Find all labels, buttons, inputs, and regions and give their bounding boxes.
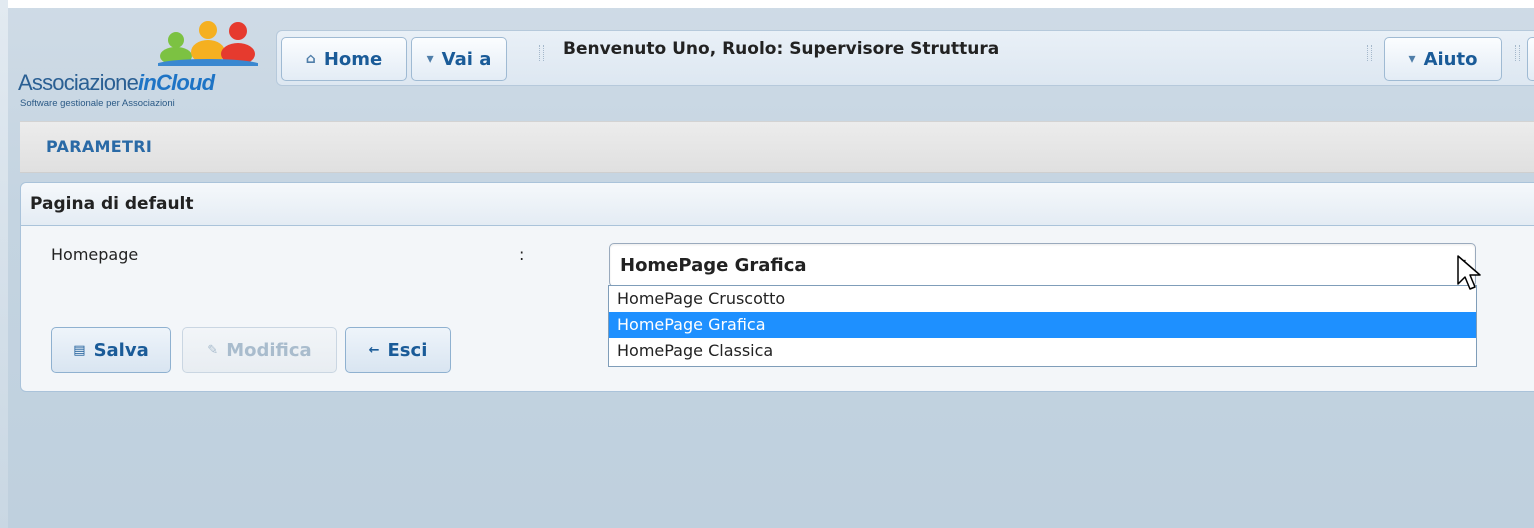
welcome-text: Benvenuto Uno, Ruolo: Supervisore Strutt… <box>563 39 1000 59</box>
home-icon: ⌂ <box>305 51 316 67</box>
section-header: PARAMETRI <box>20 121 1534 173</box>
homepage-select[interactable]: HomePage Grafica ▼ <box>609 243 1476 287</box>
app-logo[interactable]: AssociazioneinCloud Software gestionale … <box>18 18 273 118</box>
toolbar-extra-button[interactable] <box>1527 37 1534 81</box>
logo-name: AssociazioneinCloud <box>18 70 215 95</box>
top-strip <box>0 0 1534 8</box>
home-button[interactable]: ⌂ Home <box>281 37 407 81</box>
exit-button[interactable]: ← Esci <box>345 327 451 373</box>
dropdown-option-cruscotto[interactable]: HomePage Cruscotto <box>609 286 1476 312</box>
label-colon: : <box>519 245 525 264</box>
panel-header: Pagina di default <box>21 183 1534 226</box>
toolbar-separator <box>1367 45 1372 61</box>
logo-tagline: Software gestionale per Associazioni <box>20 98 175 109</box>
select-value: HomePage Grafica <box>620 255 807 276</box>
dropdown-option-grafica[interactable]: HomePage Grafica <box>609 312 1476 338</box>
mouse-cursor-icon <box>1457 255 1481 290</box>
left-strip <box>0 0 8 528</box>
homepage-label: Homepage <box>51 245 139 264</box>
toolbar-separator <box>1515 45 1520 61</box>
dropdown-option-classica[interactable]: HomePage Classica <box>609 338 1476 364</box>
help-menu-button[interactable]: ▾ Aiuto <box>1384 37 1502 81</box>
floppy-icon: ▤ <box>73 342 86 358</box>
people-logo-icon <box>158 21 258 66</box>
default-page-panel: Pagina di default Homepage : HomePage Gr… <box>20 182 1534 392</box>
goto-menu-button[interactable]: ▾ Vai a <box>411 37 507 81</box>
pencil-icon: ✎ <box>207 342 219 358</box>
edit-button[interactable]: ✎ Modifica <box>182 327 337 373</box>
homepage-dropdown-list: HomePage Cruscotto HomePage Grafica Home… <box>608 285 1477 367</box>
panel-title: Pagina di default <box>30 194 194 214</box>
chevron-down-icon: ▾ <box>426 51 434 67</box>
top-toolbar: ⌂ Home ▾ Vai a Benvenuto Uno, Ruolo: Sup… <box>276 30 1534 86</box>
page-title: PARAMETRI <box>46 137 153 156</box>
chevron-down-icon: ▾ <box>1408 51 1416 67</box>
arrow-left-icon: ← <box>368 342 380 358</box>
toolbar-separator <box>539 45 544 61</box>
save-button[interactable]: ▤ Salva <box>51 327 171 373</box>
